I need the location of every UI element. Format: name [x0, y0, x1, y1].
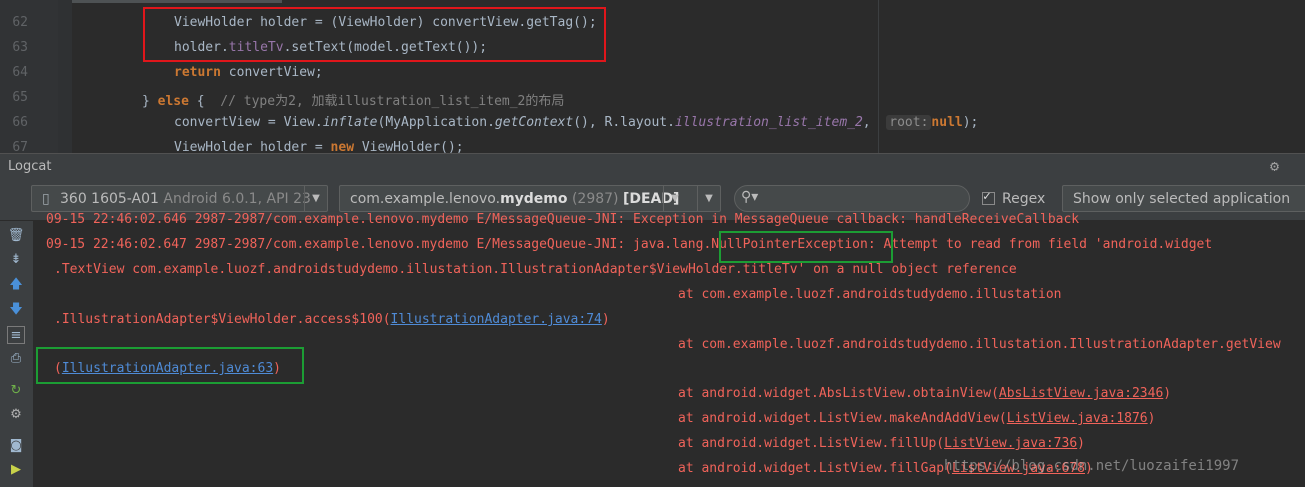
code-line[interactable]: ViewHolder holder = new ViewHolder(); — [174, 140, 464, 153]
soft-wrap-icon[interactable]: ≡ — [7, 326, 25, 344]
log-text: : Attempt to read from field 'android.wi… — [867, 237, 1213, 252]
log-line: at android.widget.ListView.makeAndAddVie… — [678, 411, 1155, 426]
phone-icon: ▯ — [42, 191, 50, 207]
source-link[interactable]: ListView.java:1876 — [1007, 411, 1148, 426]
code-comment: // type为2, 加载illustration_list_item_2的布局 — [220, 94, 565, 109]
red-highlight-box — [143, 7, 606, 62]
log-line: at android.widget.ListView.fillUp(ListVi… — [678, 436, 1085, 451]
gear-icon[interactable]: ⚙ — [1270, 157, 1279, 175]
filter-selector[interactable]: Show only selected application — [1062, 185, 1305, 212]
line-number: 65 — [12, 90, 28, 105]
code-text: ViewHolder(); — [354, 140, 464, 153]
code-line[interactable]: return convertView; — [174, 65, 323, 80]
device-name: 360 1605-A01 — [60, 191, 159, 207]
code-text: (MyApplication. — [377, 115, 495, 130]
arrow-down-icon[interactable]: 🡇 — [7, 301, 25, 319]
device-detail: Android 6.0.1, API 23 — [158, 191, 311, 207]
chevron-down-icon[interactable]: ▼ — [697, 186, 720, 211]
log-text: ) — [601, 312, 610, 327]
camera-icon[interactable]: ◙ — [7, 437, 25, 455]
chevron-down-icon[interactable]: ▼ — [304, 186, 327, 211]
log-line: .IllustrationAdapter$ViewHolder.access$1… — [54, 312, 610, 327]
code-text: convertView = View. — [174, 115, 323, 130]
source-link[interactable]: IllustrationAdapter.java:74 — [391, 312, 602, 327]
search-input[interactable]: ⚲▾ — [734, 185, 970, 212]
code-field: illustration_list_item_2 — [674, 115, 863, 130]
log-line: 09-15 22:46:02.647 2987-2987/com.example… — [46, 237, 1212, 252]
code-text: ViewHolder holder = — [174, 140, 331, 153]
code-text: convertView; — [220, 65, 323, 80]
code-line[interactable]: convertView = View.inflate(MyApplication… — [174, 115, 978, 130]
scroll-to-end-icon[interactable]: ⇟ — [7, 251, 25, 269]
fold-gutter — [58, 0, 72, 153]
process-package: com.example.lenovo. — [350, 191, 501, 207]
green-highlight-box — [36, 347, 304, 384]
code-keyword: return — [174, 65, 221, 80]
process-app: mydemo — [500, 191, 568, 207]
log-text: 09-15 22:46:02.647 2987-2987/com.example… — [46, 237, 712, 252]
logcat-sidebar: 🗑 ⇟ 🡅 🡇 ≡ ⎙ ↻ ⚙ ◙ ▶ — [0, 221, 34, 487]
parameter-hint: root: — [886, 115, 932, 130]
logcat-title: Logcat — [8, 159, 52, 174]
log-text: ) — [1163, 386, 1172, 401]
process-selector[interactable]: com.example.lenovo.mydemo (2987) [DEAD] … — [339, 185, 721, 212]
log-text: at android.widget.ListView.fillUp( — [678, 436, 945, 451]
source-link[interactable]: AbsListView.java:2346 — [999, 386, 1163, 401]
print-icon[interactable]: ⎙ — [7, 350, 25, 368]
code-text: , — [862, 115, 887, 130]
line-number: 67 — [12, 140, 28, 153]
trash-icon[interactable]: 🗑 — [7, 227, 25, 245]
chevron-down-icon[interactable]: ▼ — [663, 186, 686, 211]
code-keyword: else — [157, 94, 189, 109]
regex-label: Regex — [1002, 191, 1046, 207]
editor-tab-strip — [72, 0, 282, 3]
line-number: 63 — [12, 40, 28, 55]
play-icon[interactable]: ▶ — [7, 461, 25, 479]
log-line: at com.example.luozf.androidstudydemo.il… — [678, 337, 1281, 352]
log-text: at android.widget.AbsListView.obtainView… — [678, 386, 999, 401]
source-link[interactable]: ListView.java:736 — [944, 436, 1077, 451]
regex-checkbox[interactable] — [982, 189, 995, 205]
restart-icon[interactable]: ↻ — [7, 382, 25, 400]
log-line: 09-15 22:46:02.646 2987-2987/com.example… — [46, 212, 1080, 227]
process-pid: (2987) — [567, 191, 623, 207]
logcat-panel-header: Logcat ⚙ — [0, 153, 1305, 178]
code-text: { — [188, 94, 221, 109]
log-text: ) — [1077, 436, 1085, 451]
arrow-up-icon[interactable]: 🡅 — [7, 276, 25, 294]
device-selector[interactable]: ▯ 360 1605-A01 Android 6.0.1, API 23 ▼ — [31, 185, 328, 212]
code-editor[interactable]: 62 ViewHolder holder = (ViewHolder) conv… — [0, 0, 1305, 153]
filter-value: Show only selected application — [1073, 191, 1291, 207]
log-line: at android.widget.AbsListView.obtainView… — [678, 386, 1171, 401]
line-number: 62 — [12, 15, 28, 30]
line-number: 66 — [12, 115, 28, 130]
code-method: getContext — [494, 115, 574, 130]
green-highlight-box — [719, 231, 893, 263]
code-method: inflate — [322, 115, 378, 130]
code-text: ); — [962, 115, 979, 130]
code-keyword: null — [931, 115, 963, 130]
line-number: 64 — [12, 65, 28, 80]
settings-icon[interactable]: ⚙ — [7, 406, 25, 424]
log-line: at com.example.luozf.androidstudydemo.il… — [678, 287, 1062, 302]
code-line[interactable]: } else { // type为2, 加载illustration_list_… — [142, 90, 564, 109]
log-line: .TextView com.example.luozf.androidstudy… — [54, 262, 1017, 277]
search-icon: ⚲▾ — [741, 189, 759, 205]
code-text: } — [142, 94, 158, 109]
code-keyword: new — [330, 140, 355, 153]
log-text: ) — [1147, 411, 1156, 426]
code-text: (), R.layout. — [573, 115, 675, 130]
log-text: .IllustrationAdapter$ViewHolder.access$1… — [54, 312, 391, 327]
log-text: at android.widget.ListView.fillGap( — [678, 461, 952, 476]
log-text: at android.widget.ListView.makeAndAddVie… — [678, 411, 1007, 426]
watermark: https://blog.csdn.net/luozaifei1997 — [944, 458, 1240, 474]
right-margin-guide — [878, 0, 879, 153]
